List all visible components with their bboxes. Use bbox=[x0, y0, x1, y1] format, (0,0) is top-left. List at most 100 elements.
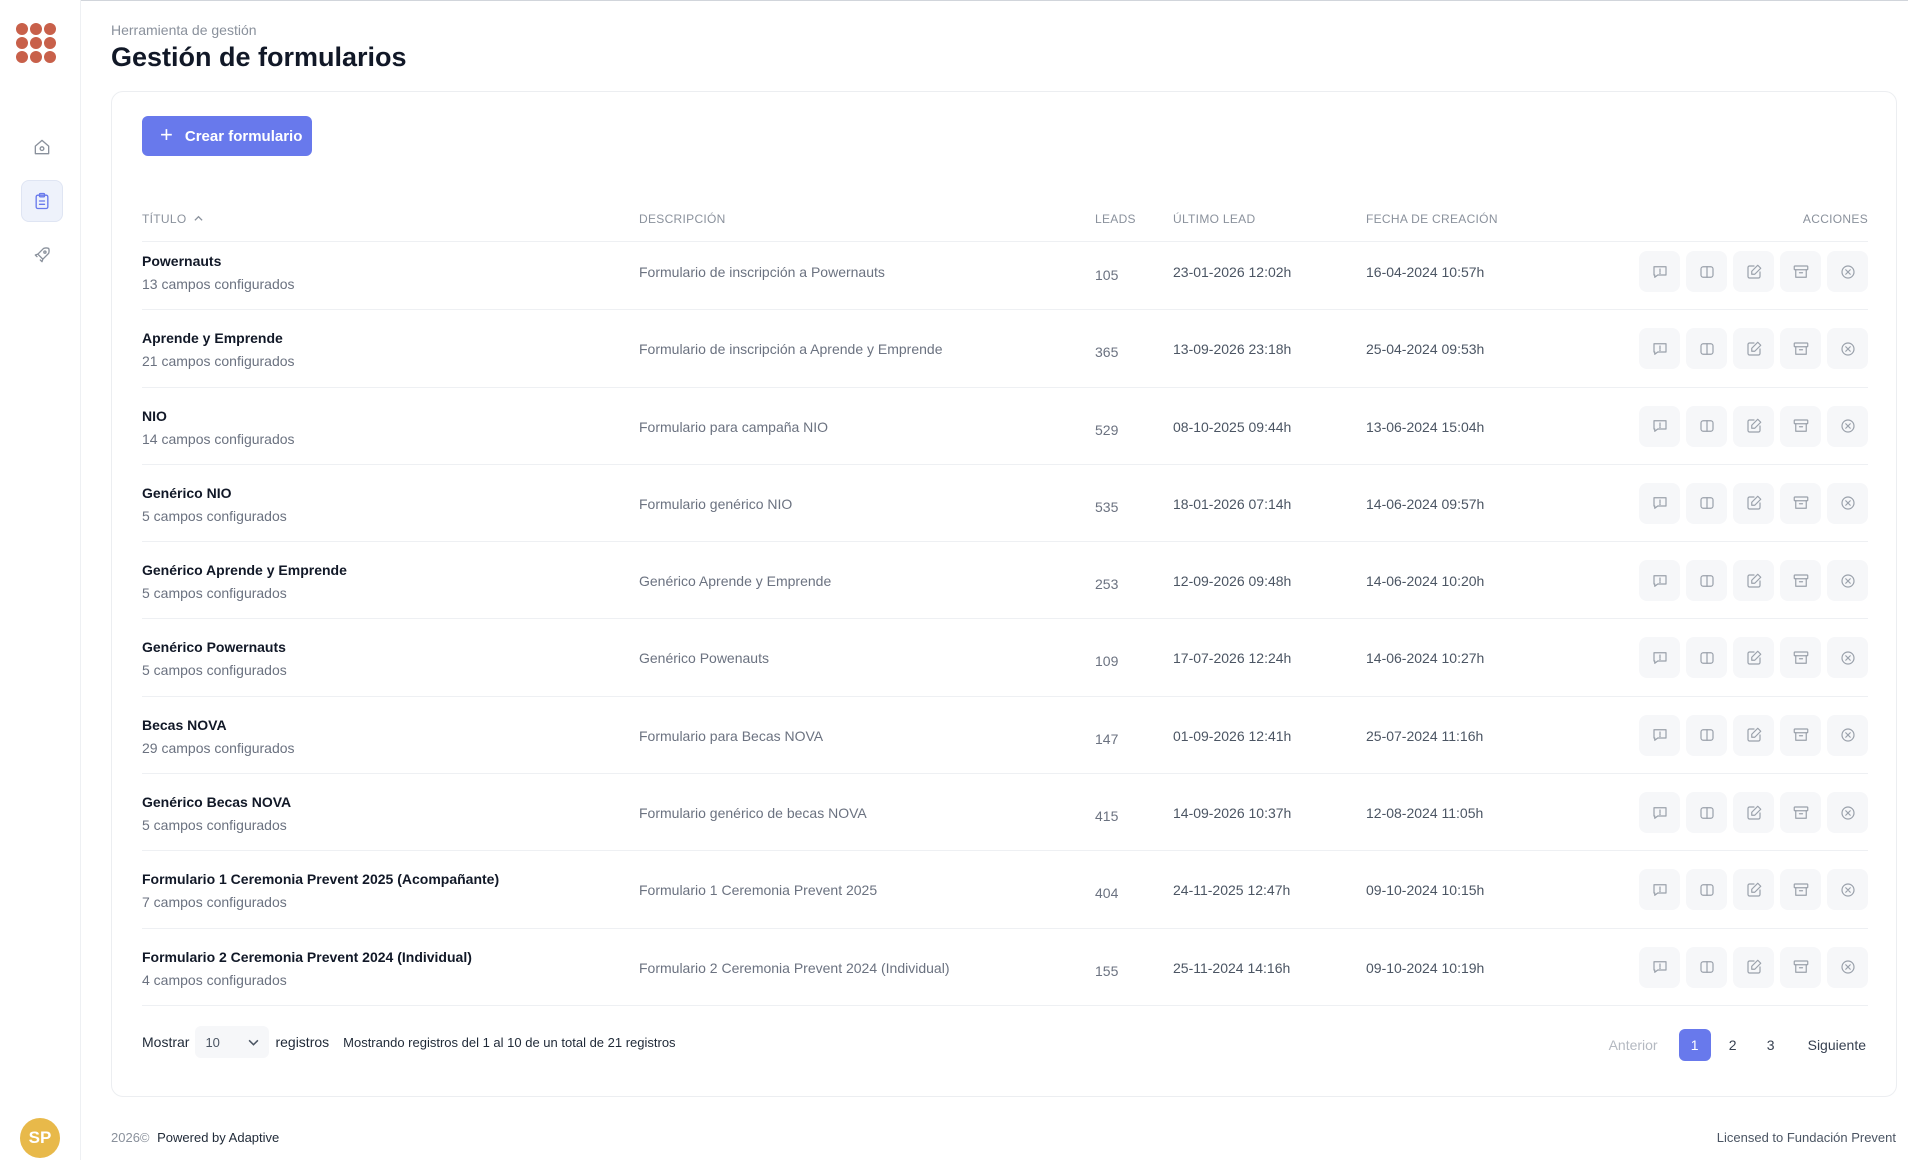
column-leads[interactable]: LEADS bbox=[1095, 212, 1136, 226]
table-row[interactable]: Genérico Becas NOVA 5 campos configurados… bbox=[142, 774, 1868, 852]
columns-icon bbox=[1699, 497, 1714, 510]
form-title[interactable]: Formulario 1 Ceremonia Prevent 2025 (Aco… bbox=[142, 871, 499, 887]
comments-button[interactable] bbox=[1639, 946, 1680, 988]
archive-button[interactable] bbox=[1780, 251, 1821, 292]
forms-card: + Crear formulario TÍTULO DESCRIPCIÓN LE… bbox=[111, 91, 1897, 1097]
form-title[interactable]: Genérico NIO bbox=[142, 485, 231, 501]
delete-button[interactable] bbox=[1827, 714, 1868, 756]
form-title[interactable]: Formulario 2 Ceremonia Prevent 2024 (Ind… bbox=[142, 949, 472, 965]
row-actions bbox=[1639, 560, 1868, 602]
table-row[interactable]: Powernauts 13 campos configurados Formular… bbox=[142, 233, 1868, 311]
comments-button[interactable] bbox=[1639, 869, 1680, 911]
form-title[interactable]: Powernauts bbox=[142, 253, 221, 269]
form-fields-count: 4 campos configurados bbox=[142, 971, 287, 988]
sidebar-item-campaigns[interactable] bbox=[21, 234, 63, 276]
edit-button[interactable] bbox=[1733, 405, 1774, 447]
delete-button[interactable] bbox=[1827, 560, 1868, 602]
layout-button[interactable] bbox=[1686, 946, 1727, 988]
layout-button[interactable] bbox=[1686, 482, 1727, 524]
comments-button[interactable] bbox=[1639, 792, 1680, 834]
archive-button[interactable] bbox=[1780, 637, 1821, 679]
table-row[interactable]: Genérico NIO 5 campos configurados Formula… bbox=[142, 465, 1868, 543]
page-button-2[interactable]: 2 bbox=[1717, 1029, 1749, 1061]
delete-button[interactable] bbox=[1827, 328, 1868, 370]
form-title[interactable]: Becas NOVA bbox=[142, 717, 227, 733]
delete-button[interactable] bbox=[1827, 792, 1868, 834]
archive-button[interactable] bbox=[1780, 792, 1821, 834]
next-page-button[interactable]: Siguiente bbox=[1808, 1037, 1866, 1053]
app-logo[interactable] bbox=[15, 22, 65, 72]
archive-button[interactable] bbox=[1780, 946, 1821, 988]
comments-button[interactable] bbox=[1639, 482, 1680, 524]
form-last-lead: 23-01-2026 12:02h bbox=[1173, 264, 1292, 280]
edit-button[interactable] bbox=[1733, 637, 1774, 679]
delete-button[interactable] bbox=[1827, 946, 1868, 988]
sidebar-item-home[interactable] bbox=[21, 126, 63, 168]
edit-button[interactable] bbox=[1733, 251, 1774, 292]
layout-button[interactable] bbox=[1686, 714, 1727, 756]
edit-button[interactable] bbox=[1733, 946, 1774, 988]
table-row[interactable]: Becas NOVA 29 campos configurados Formular… bbox=[142, 697, 1868, 775]
table-row[interactable]: Formulario 1 Ceremonia Prevent 2025 (Aco… bbox=[142, 851, 1868, 929]
comments-button[interactable] bbox=[1639, 328, 1680, 370]
archive-button[interactable] bbox=[1780, 560, 1821, 602]
delete-button[interactable] bbox=[1827, 405, 1868, 447]
table-row[interactable]: Genérico Aprende y Emprende 5 campos conf… bbox=[142, 542, 1868, 620]
archive-button[interactable] bbox=[1780, 482, 1821, 524]
edit-button[interactable] bbox=[1733, 869, 1774, 911]
form-title[interactable]: Genérico Aprende y Emprende bbox=[142, 562, 347, 578]
comments-button[interactable] bbox=[1639, 405, 1680, 447]
create-form-button[interactable]: + Crear formulario bbox=[142, 116, 312, 156]
table-row[interactable]: NIO 14 campos configurados Formulario para… bbox=[142, 388, 1868, 465]
table-row[interactable]: Formulario 2 Ceremonia Prevent 2024 (Ind… bbox=[142, 929, 1868, 1006]
comments-button[interactable] bbox=[1639, 560, 1680, 602]
comments-button[interactable] bbox=[1639, 251, 1680, 292]
form-title[interactable]: Genérico Becas NOVA bbox=[142, 794, 291, 810]
edit-icon bbox=[1746, 959, 1761, 974]
form-title[interactable]: Genérico Powernauts bbox=[142, 639, 286, 655]
column-last-lead[interactable]: ÚLTIMO LEAD bbox=[1173, 212, 1255, 226]
footer-powered[interactable]: Powered by Adaptive bbox=[157, 1130, 279, 1145]
layout-button[interactable] bbox=[1686, 405, 1727, 447]
previous-page-button[interactable]: Anterior bbox=[1609, 1037, 1658, 1053]
layout-button[interactable] bbox=[1686, 251, 1727, 292]
form-description: Formulario de inscripción a Aprende y Em… bbox=[639, 341, 943, 358]
table-row[interactable]: Aprende y Emprende 21 campos configurados… bbox=[142, 310, 1868, 388]
form-title[interactable]: NIO bbox=[142, 408, 167, 424]
page-size-select[interactable]: 10 bbox=[195, 1026, 270, 1058]
avatar[interactable]: SP bbox=[20, 1118, 60, 1158]
layout-button[interactable] bbox=[1686, 869, 1727, 911]
delete-button[interactable] bbox=[1827, 869, 1868, 911]
archive-button[interactable] bbox=[1780, 869, 1821, 911]
records-label: registros bbox=[275, 1034, 330, 1050]
form-title[interactable]: Aprende y Emprende bbox=[142, 330, 283, 346]
edit-button[interactable] bbox=[1733, 714, 1774, 756]
comments-button[interactable] bbox=[1639, 637, 1680, 679]
clipboard-icon bbox=[35, 192, 49, 210]
archive-button[interactable] bbox=[1780, 405, 1821, 447]
table-row[interactable]: Genérico Powernauts 5 campos configurados… bbox=[142, 619, 1868, 697]
archive-icon bbox=[1793, 419, 1808, 432]
page-button-3[interactable]: 3 bbox=[1755, 1029, 1787, 1061]
column-description[interactable]: DESCRIPCIÓN bbox=[639, 212, 726, 226]
delete-button[interactable] bbox=[1827, 482, 1868, 524]
layout-button[interactable] bbox=[1686, 560, 1727, 602]
edit-button[interactable] bbox=[1733, 328, 1774, 370]
archive-button[interactable] bbox=[1780, 714, 1821, 756]
row-actions bbox=[1639, 792, 1868, 834]
delete-button[interactable] bbox=[1827, 251, 1868, 292]
comments-button[interactable] bbox=[1639, 714, 1680, 756]
edit-button[interactable] bbox=[1733, 792, 1774, 834]
page-button-1[interactable]: 1 bbox=[1678, 1029, 1711, 1061]
layout-button[interactable] bbox=[1686, 328, 1727, 370]
edit-button[interactable] bbox=[1733, 560, 1774, 602]
archive-button[interactable] bbox=[1780, 328, 1821, 370]
column-title[interactable]: TÍTULO bbox=[142, 212, 203, 226]
sidebar-item-forms[interactable] bbox=[21, 180, 63, 222]
edit-button[interactable] bbox=[1733, 482, 1774, 524]
column-created[interactable]: FECHA DE CREACIÓN bbox=[1366, 212, 1498, 226]
delete-button[interactable] bbox=[1827, 637, 1868, 679]
layout-button[interactable] bbox=[1686, 792, 1727, 834]
layout-button[interactable] bbox=[1686, 637, 1727, 679]
form-fields-count: 5 campos configurados bbox=[142, 817, 287, 834]
